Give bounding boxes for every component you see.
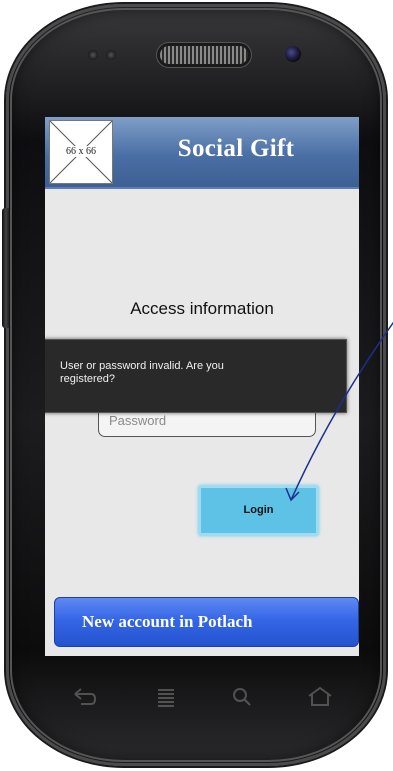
access-heading: Access information (130, 299, 274, 318)
app-screen: 66 x 66 Social Gift Access information U… (45, 117, 359, 656)
light-sensor (106, 50, 116, 60)
error-toast: User or password invalid. Are you regist… (45, 339, 347, 413)
login-button[interactable]: Login (198, 485, 319, 536)
toast-message: User or password invalid. Are you regist… (60, 360, 224, 385)
menu-icon[interactable] (149, 680, 183, 714)
logo-placeholder: 66 x 66 (49, 120, 113, 184)
new-account-button[interactable]: New account in Potlach (54, 597, 359, 647)
search-icon[interactable] (225, 680, 259, 714)
front-camera-icon (285, 46, 301, 62)
system-navbar (45, 670, 359, 726)
volume-button (2, 208, 10, 328)
earpiece-speaker (160, 46, 248, 64)
placeholder-label: 66 x 66 (65, 146, 97, 157)
app-title: Social Gift (177, 135, 295, 162)
app-header: 66 x 66 Social Gift (45, 117, 359, 189)
home-icon[interactable] (303, 680, 337, 714)
back-icon[interactable] (67, 680, 101, 714)
password-input[interactable] (107, 412, 311, 429)
proximity-sensor (88, 50, 98, 60)
